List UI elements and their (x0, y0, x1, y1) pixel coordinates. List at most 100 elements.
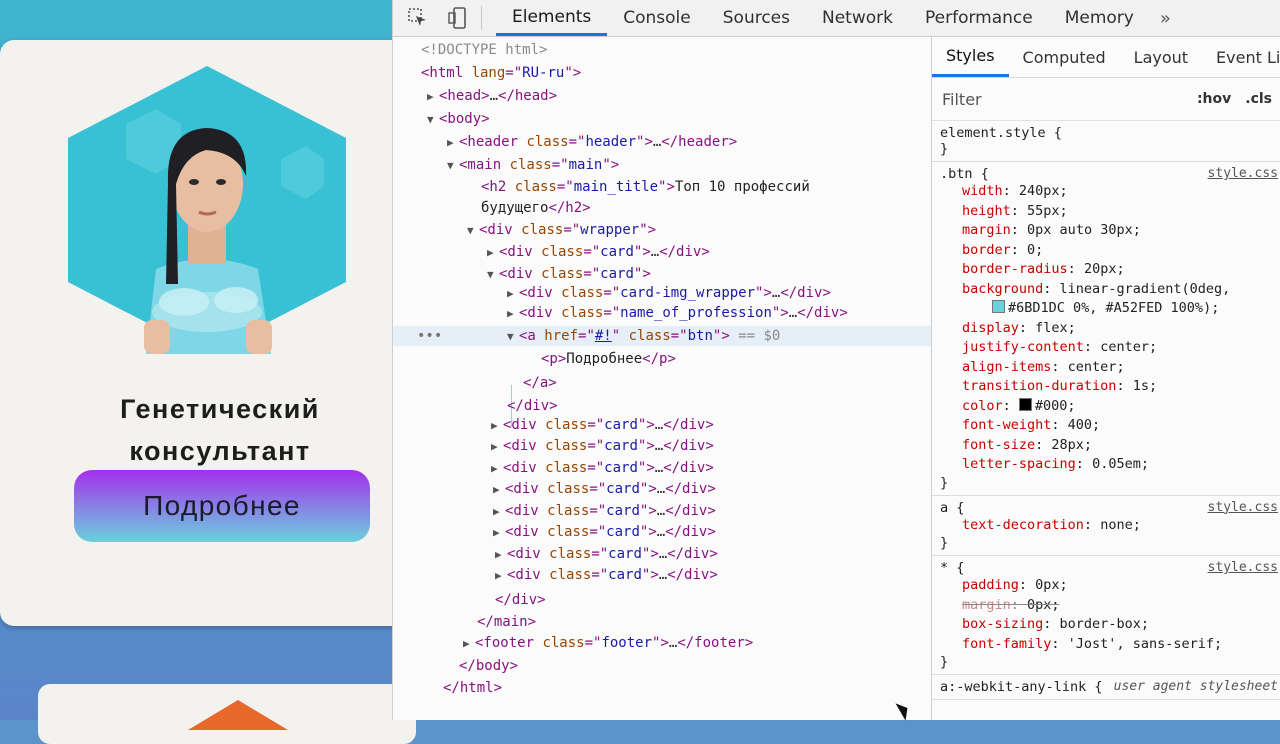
tree-a-btn-selected[interactable]: ••• ▼ <a href="#!" class="btn"> == $0 (393, 326, 931, 346)
collapse-triangle-icon[interactable]: ▼ (507, 327, 519, 347)
tab-console[interactable]: Console (607, 0, 707, 36)
property-name[interactable]: font-family (962, 636, 1051, 652)
more-button[interactable]: Подробнее (74, 470, 370, 542)
style-declaration[interactable]: height: 55px; (940, 202, 1274, 222)
style-declaration[interactable]: padding: 0px; (940, 576, 1274, 596)
property-value[interactable]: 28px; (1051, 437, 1092, 453)
expand-triangle-icon[interactable]: ▶ (507, 284, 519, 304)
property-value[interactable]: 0px; (1027, 597, 1060, 613)
expand-triangle-icon[interactable]: ▶ (507, 304, 519, 324)
tree-card-6[interactable]: ▶ <div class="card">…</div> (493, 479, 716, 499)
expand-triangle-icon[interactable]: ▶ (493, 502, 505, 522)
property-value[interactable]: 55px; (1027, 203, 1068, 219)
tree-head[interactable]: ▶ <head>…</head> (427, 86, 557, 106)
property-name[interactable]: border-radius (962, 261, 1068, 277)
color-swatch-icon[interactable] (992, 300, 1005, 313)
expand-triangle-icon[interactable]: ▶ (495, 566, 507, 586)
expand-triangle-icon[interactable]: ▶ (493, 480, 505, 500)
tree-body-close[interactable]: </body> (459, 656, 518, 676)
tree-h2-cont[interactable]: будущего</h2> (481, 198, 591, 218)
property-value[interactable]: center; (1068, 359, 1125, 375)
tree-main[interactable]: ▼ <main class="main"> (447, 155, 619, 175)
style-declaration[interactable]: border: 0; (940, 241, 1274, 261)
more-options-icon[interactable]: ••• (417, 326, 442, 346)
property-name[interactable]: height (962, 203, 1011, 219)
tree-html[interactable]: <html lang="RU-ru"> (421, 63, 581, 83)
tree-card-4[interactable]: ▶ <div class="card">…</div> (491, 436, 714, 456)
expand-triangle-icon[interactable]: ▶ (493, 523, 505, 543)
source-link[interactable]: style.css (1208, 166, 1278, 181)
expand-triangle-icon[interactable]: ▶ (487, 243, 499, 263)
tab-memory[interactable]: Memory (1049, 0, 1150, 36)
property-value[interactable]: 1s; (1133, 378, 1157, 394)
style-declaration[interactable]: align-items: center; (940, 358, 1274, 378)
more-tabs-icon[interactable]: » (1150, 8, 1181, 29)
color-swatch-icon[interactable] (1018, 397, 1032, 411)
style-declaration[interactable]: margin: 0px; (940, 596, 1274, 616)
device-toolbar-icon[interactable] (443, 3, 473, 33)
style-declaration[interactable]: display: flex; (940, 319, 1274, 339)
hov-toggle[interactable]: :hov (1197, 91, 1231, 107)
property-value[interactable]: 240px; (1019, 183, 1068, 199)
tab-performance[interactable]: Performance (909, 0, 1049, 36)
tree-name-of-profession[interactable]: ▶ <div class="name_of_profession">…</div> (507, 303, 848, 323)
property-name[interactable]: width (962, 183, 1003, 199)
rule-selector[interactable]: element.style { (940, 125, 1274, 141)
property-name[interactable]: justify-content (962, 339, 1084, 355)
property-value[interactable]: 400; (1068, 417, 1101, 433)
expand-triangle-icon[interactable]: ▶ (427, 87, 439, 107)
subtab-computed[interactable]: Computed (1009, 37, 1120, 77)
property-name[interactable]: align-items (962, 359, 1051, 375)
tree-a-close[interactable]: </a> (523, 373, 557, 393)
property-name[interactable]: margin (962, 222, 1011, 238)
tree-card-9[interactable]: ▶ <div class="card">…</div> (495, 544, 718, 564)
style-rule[interactable]: * {style.css padding: 0px; margin: 0px; box… (932, 556, 1280, 675)
property-name[interactable]: background (962, 281, 1043, 297)
style-rule[interactable]: a:-webkit-any-link {user agent styleshee… (932, 675, 1280, 700)
style-rule[interactable]: a {style.css text-decoration: none;} (932, 496, 1280, 556)
expand-triangle-icon[interactable]: ▶ (463, 634, 475, 654)
tree-wrapper[interactable]: ▼ <div class="wrapper"> (467, 220, 656, 240)
style-declaration[interactable]: #6BD1DC 0%, #A52FED 100%); (940, 299, 1274, 319)
style-declaration[interactable]: transition-duration: 1s; (940, 377, 1274, 397)
property-value[interactable]: linear-gradient(0deg, (1060, 281, 1231, 297)
property-value[interactable]: none; (1100, 517, 1141, 533)
tab-elements[interactable]: Elements (496, 0, 608, 36)
property-value[interactable]: 0px auto 30px; (1027, 222, 1141, 238)
style-declaration[interactable]: margin: 0px auto 30px; (940, 221, 1274, 241)
property-name[interactable]: margin (962, 597, 1011, 613)
expand-triangle-icon[interactable]: ▶ (491, 437, 503, 457)
collapse-triangle-icon[interactable]: ▼ (447, 156, 459, 176)
collapse-triangle-icon[interactable]: ▼ (467, 221, 479, 241)
elements-tree[interactable]: <!DOCTYPE html> <html lang="RU-ru"> ▶ <he… (393, 37, 931, 720)
property-name[interactable]: box-sizing (962, 616, 1043, 632)
style-declaration[interactable]: width: 240px; (940, 182, 1274, 202)
property-value[interactable]: #6BD1DC 0%, #A52FED 100%); (1008, 300, 1219, 316)
style-declaration[interactable]: font-family: 'Jost', sans-serif; (940, 635, 1274, 655)
property-name[interactable]: color (962, 398, 1003, 414)
expand-triangle-icon[interactable]: ▶ (491, 416, 503, 436)
subtab-layout[interactable]: Layout (1120, 37, 1202, 77)
style-declaration[interactable]: border-radius: 20px; (940, 260, 1274, 280)
tab-network[interactable]: Network (806, 0, 909, 36)
property-value[interactable]: #000; (1035, 398, 1076, 414)
property-value[interactable]: 20px; (1084, 261, 1125, 277)
expand-triangle-icon[interactable]: ▶ (491, 459, 503, 479)
tree-card-img-wrapper[interactable]: ▶ <div class="card-img_wrapper">…</div> (507, 283, 831, 303)
href-value[interactable]: #! (595, 328, 612, 344)
expand-triangle-icon[interactable]: ▶ (495, 545, 507, 565)
property-value[interactable]: 0px; (1035, 577, 1068, 593)
tree-doctype[interactable]: <!DOCTYPE html> (421, 40, 547, 60)
tree-html-close[interactable]: </html> (443, 678, 502, 698)
style-declaration[interactable]: color: #000; (940, 397, 1274, 417)
source-link[interactable]: style.css (1208, 500, 1278, 515)
tree-card-8[interactable]: ▶ <div class="card">…</div> (493, 522, 716, 542)
tree-footer[interactable]: ▶ <footer class="footer">…</footer> (463, 633, 753, 653)
style-declaration[interactable]: justify-content: center; (940, 338, 1274, 358)
collapse-triangle-icon[interactable]: ▼ (427, 110, 439, 130)
tree-main-close[interactable]: </main> (477, 612, 536, 632)
property-name[interactable]: font-weight (962, 417, 1051, 433)
property-value[interactable]: 'Jost', sans-serif; (1068, 636, 1222, 652)
property-value[interactable]: 0.05em; (1092, 456, 1149, 472)
style-declaration[interactable]: font-size: 28px; (940, 436, 1274, 456)
